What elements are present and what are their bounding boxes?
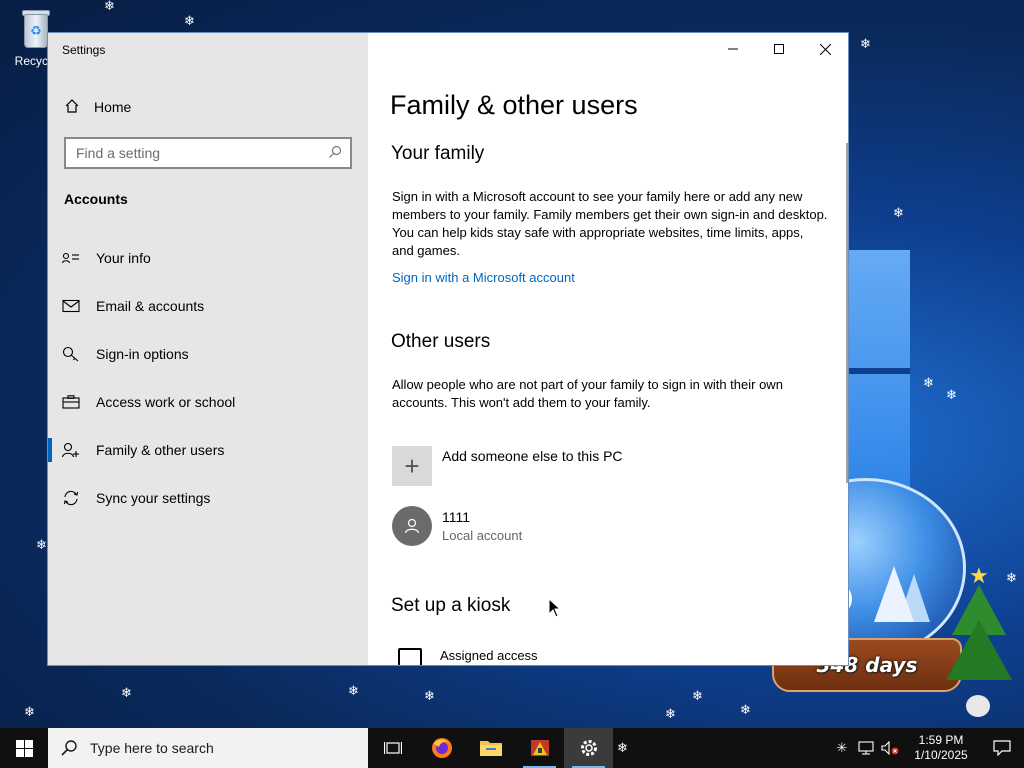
person-add-icon	[62, 442, 94, 458]
search-icon	[328, 145, 342, 162]
search-icon	[61, 740, 77, 756]
snowflake-icon: ❄	[923, 376, 934, 391]
snowflake-icon: ❄	[665, 707, 676, 722]
settings-window: Settings Home Find a setting Accounts Yo…	[48, 33, 848, 665]
start-button[interactable]	[0, 728, 48, 768]
kiosk-heading: Set up a kiosk	[391, 595, 511, 616]
sidebar-item-sign-in-options[interactable]: Sign-in options	[48, 334, 368, 374]
clock-time: 1:59 PM	[918, 733, 964, 747]
user-entry[interactable]: 1111 Local account	[392, 506, 522, 546]
snowflake-icon: ❄	[24, 705, 35, 720]
windows-logo-light	[848, 250, 910, 500]
user-name: 1111	[442, 509, 471, 525]
settings-taskbar-button[interactable]	[564, 728, 613, 768]
minimize-button[interactable]	[710, 33, 756, 65]
content-pane: Family & other users Your family Sign in…	[368, 33, 848, 665]
sidebar-item-email-accounts[interactable]: Email & accounts	[48, 286, 368, 326]
maximize-icon	[774, 44, 784, 54]
network-icon[interactable]	[854, 728, 878, 768]
home-icon	[64, 98, 80, 117]
briefcase-icon	[62, 395, 94, 409]
sidebar-item-sync-settings[interactable]: Sync your settings	[48, 478, 368, 518]
sidebar-item-your-info[interactable]: Your info	[48, 238, 368, 278]
snowflake-icon: ❄	[860, 37, 871, 52]
page-title: Family & other users	[390, 90, 638, 120]
window-title: Settings	[62, 43, 106, 57]
close-icon	[819, 43, 831, 55]
sidebar-item-label: Sign-in options	[96, 346, 189, 362]
task-view-button[interactable]	[368, 728, 417, 768]
key-icon	[62, 346, 94, 362]
other-users-description: Allow people who are not part of your fa…	[392, 377, 783, 410]
snowflake-icon: ❄	[617, 740, 628, 756]
christmas-tree-icon: ★	[944, 565, 1014, 725]
gear-icon	[580, 740, 597, 756]
action-center-button[interactable]	[980, 728, 1024, 768]
sidebar-item-family-other-users[interactable]: Family & other users	[48, 430, 368, 470]
sidebar: Settings Home Find a setting Accounts Yo…	[48, 33, 368, 665]
snowflake-icon: ❄	[946, 388, 957, 403]
sidebar-item-label: Home	[94, 99, 132, 115]
taskbar: Type here to search ❄ ✳ 1:59 PM 1/10/202…	[0, 728, 1024, 768]
add-someone-button[interactable]: + Add someone else to this PC	[392, 446, 623, 486]
sidebar-item-home[interactable]: Home	[64, 96, 131, 118]
sidebar-item-label: Email & accounts	[96, 298, 205, 314]
snowflake-icon: ❄	[104, 0, 115, 14]
mail-icon	[62, 299, 94, 313]
snowflake-icon: ❄	[36, 538, 47, 553]
active-indicator	[48, 438, 52, 462]
snowflake-icon: ❄	[692, 689, 703, 704]
app-taskbar-button[interactable]	[515, 728, 564, 768]
sidebar-item-label: Your info	[96, 250, 151, 266]
snowflake-icon: ❄	[184, 14, 195, 29]
search-placeholder: Find a setting	[76, 145, 161, 161]
kiosk-icon	[398, 648, 422, 665]
window-controls	[710, 33, 848, 65]
file-explorer-taskbar-button[interactable]	[466, 728, 515, 768]
task-view-icon	[383, 742, 402, 754]
taskbar-search-placeholder: Type here to search	[90, 740, 214, 756]
sign-in-microsoft-link[interactable]: Sign in with a Microsoft account	[392, 270, 575, 285]
windows-logo-icon	[15, 739, 33, 757]
folder-icon	[479, 741, 502, 756]
minimize-icon	[728, 48, 738, 50]
tray-app-icon[interactable]: ✳	[830, 728, 854, 768]
maximize-button[interactable]	[756, 33, 802, 65]
sidebar-item-label: Family & other users	[96, 442, 225, 458]
sync-icon	[62, 490, 94, 506]
snowflake-icon: ❄	[348, 684, 359, 699]
your-family-heading: Your family	[391, 143, 485, 164]
snowflake-icon: ❄	[740, 703, 751, 718]
user-avatar-icon	[392, 506, 432, 546]
find-setting-input[interactable]: Find a setting	[64, 137, 352, 169]
sidebar-item-label: Access work or school	[96, 394, 236, 410]
app-icon	[530, 740, 549, 756]
notification-icon	[993, 740, 1011, 756]
volume-muted-icon[interactable]	[878, 728, 902, 768]
sidebar-item-access-work[interactable]: Access work or school	[48, 382, 368, 422]
taskbar-search-box[interactable]: Type here to search	[48, 728, 368, 768]
person-card-icon	[62, 251, 94, 265]
firefox-icon	[431, 738, 452, 758]
taskbar-clock[interactable]: 1:59 PM 1/10/2025	[902, 733, 980, 763]
add-someone-label: Add someone else to this PC	[442, 448, 623, 464]
clock-date: 1/10/2025	[914, 748, 968, 762]
snowflake-icon: ❄	[121, 686, 132, 701]
assigned-access-button[interactable]: Assigned access	[398, 648, 538, 665]
snowflake-icon: ❄	[424, 689, 435, 704]
sidebar-item-label: Sync your settings	[96, 490, 211, 506]
your-family-description: Sign in with a Microsoft account to see …	[392, 189, 828, 258]
close-button[interactable]	[802, 33, 848, 65]
system-tray: ✳ 1:59 PM 1/10/2025	[830, 728, 1024, 768]
plus-icon: +	[392, 446, 432, 486]
snowflake-icon: ❄	[893, 206, 904, 221]
firefox-taskbar-button[interactable]	[417, 728, 466, 768]
scrollbar[interactable]	[846, 143, 848, 483]
user-account-type: Local account	[442, 528, 523, 543]
other-users-heading: Other users	[391, 331, 491, 352]
assigned-access-label: Assigned access	[440, 648, 538, 663]
section-accounts: Accounts	[64, 191, 128, 207]
